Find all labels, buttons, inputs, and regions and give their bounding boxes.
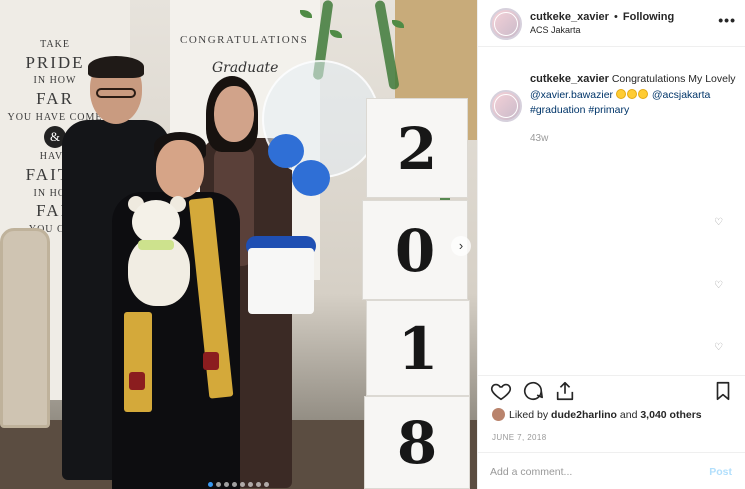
comment-icon[interactable]	[522, 380, 544, 402]
liked-by-label: Liked by	[509, 409, 549, 421]
graduate-figure	[104, 132, 244, 489]
comment-like-icon[interactable]: ♡	[714, 217, 723, 228]
carousel-dot	[240, 482, 245, 487]
action-bar	[478, 375, 745, 405]
year-panel: 2	[366, 98, 468, 198]
header-user-line: cutkeke_xavier • Following	[530, 11, 674, 23]
header-username[interactable]: cutkeke_xavier	[530, 11, 609, 23]
more-icon[interactable]: •••	[718, 12, 736, 28]
location-link[interactable]: ACS Jakarta	[530, 25, 581, 35]
post-sidebar: cutkeke_xavier • Following ACS Jakarta •…	[477, 0, 745, 489]
post-photo[interactable]: TAKE PRIDE IN HOW FAR YOU HAVE COME & HA…	[0, 0, 477, 489]
hashtag-link[interactable]: #primary	[588, 104, 629, 116]
add-comment-bar: Post	[478, 452, 745, 489]
caption: cutkeke_xavier Congratulations My Lovely…	[530, 72, 736, 118]
caption-username[interactable]: cutkeke_xavier	[530, 73, 609, 85]
carousel-dot	[232, 482, 237, 487]
mention-link[interactable]: @acsjakarta	[652, 89, 711, 101]
and-label: and	[619, 409, 638, 421]
flower-box	[248, 248, 314, 314]
congrats-text: CONGRATULATIONS	[180, 34, 309, 46]
year-panel: 1	[366, 300, 470, 396]
post-date: JUNE 7, 2018	[492, 433, 547, 442]
carousel-dot	[264, 482, 269, 487]
caption-avatar[interactable]	[490, 90, 522, 122]
emoji	[637, 88, 648, 99]
liker-username[interactable]: dude2harlino	[551, 409, 617, 421]
avatar[interactable]	[490, 8, 522, 40]
emoji	[626, 88, 637, 99]
hashtag-link[interactable]: #graduation	[530, 104, 585, 116]
next-slide-button[interactable]: ›	[451, 236, 471, 256]
comment-input[interactable]	[490, 463, 690, 481]
likes-summary: Liked by dude2harlino and 3,040 others	[492, 408, 702, 421]
carousel-dot	[216, 482, 221, 487]
carousel-dot	[256, 482, 261, 487]
carousel-dot	[224, 482, 229, 487]
liker-avatar	[492, 408, 505, 421]
post-header: cutkeke_xavier • Following ACS Jakarta •…	[478, 0, 745, 47]
following-button[interactable]: Following	[623, 11, 674, 23]
caption-text: Congratulations My Lovely	[611, 73, 736, 85]
bookmark-icon[interactable]	[712, 380, 734, 402]
share-icon[interactable]	[554, 380, 576, 402]
separator: •	[613, 11, 618, 23]
carousel-indicator	[0, 482, 477, 489]
year-digit: 2	[396, 115, 438, 183]
armchair	[0, 228, 50, 428]
heart-balloon	[292, 160, 330, 196]
comment-like-icon[interactable]: ♡	[714, 280, 723, 291]
likes-count-link[interactable]: 3,040 others	[640, 409, 701, 421]
heart-icon[interactable]	[490, 380, 512, 402]
teddy-bear	[118, 196, 204, 308]
mention-link[interactable]: @xavier.bawazier	[530, 89, 613, 101]
graduate-script-text: Graduate	[212, 60, 279, 76]
year-digit: 1	[397, 315, 439, 383]
carousel-dot	[208, 482, 213, 487]
emoji	[615, 88, 626, 99]
post-comment-button[interactable]: Post	[709, 466, 732, 478]
time-ago: 43w	[530, 133, 549, 144]
year-digit: 8	[396, 409, 438, 477]
year-panel: 8	[364, 396, 470, 489]
comment-like-icon[interactable]: ♡	[714, 342, 723, 353]
carousel-dot	[248, 482, 253, 487]
